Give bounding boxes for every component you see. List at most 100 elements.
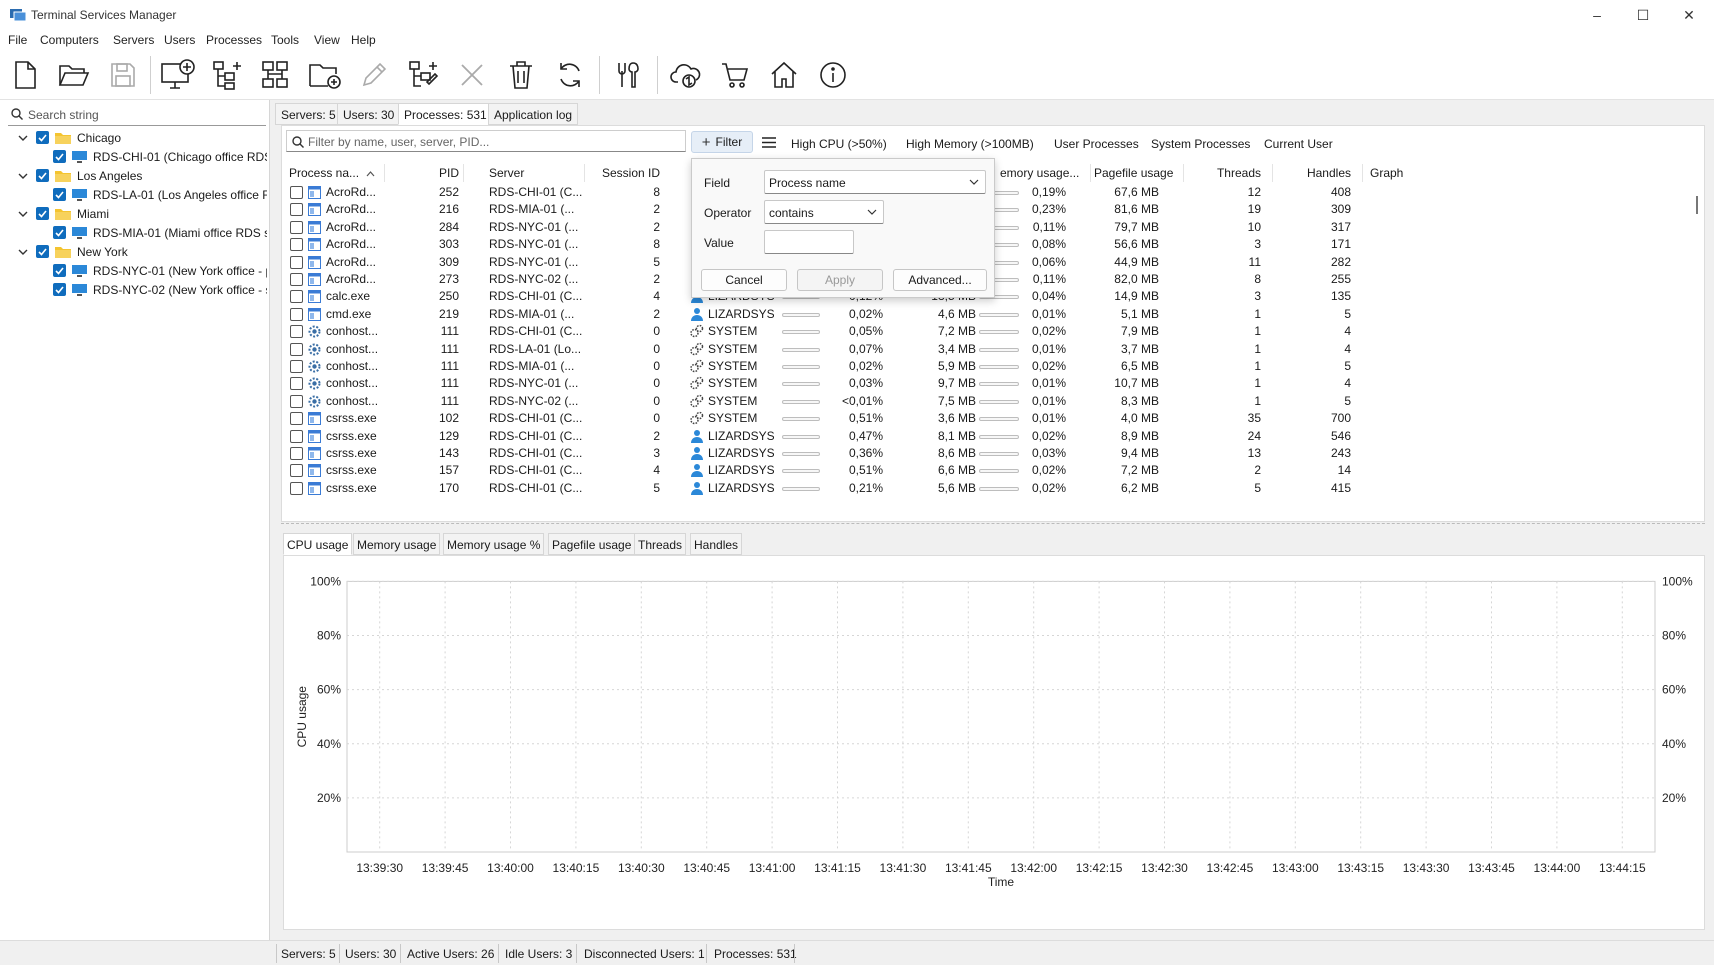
chevron-down-icon[interactable]	[18, 171, 28, 181]
row-checkbox[interactable]	[290, 464, 303, 478]
cancel-button[interactable]: Cancel	[701, 269, 787, 291]
open-folder-icon[interactable]	[54, 55, 94, 95]
table-row[interactable]: csrss.exe 102 RDS-CHI-01 (C... 0 SYSTEM 0,51%…	[282, 409, 1688, 428]
add-folder-icon[interactable]	[305, 55, 345, 95]
add-multiple-icon[interactable]	[256, 55, 296, 95]
table-row[interactable]: conhost... 111 RDS-CHI-01 (C... 0 SYSTEM 0,05…	[282, 322, 1688, 341]
group-checkbox[interactable]	[36, 169, 49, 182]
tab-pagefile-usage[interactable]: Pagefile usage	[548, 533, 636, 555]
tools-icon[interactable]	[608, 55, 648, 95]
quick-filter-current-user[interactable]: Current User	[1264, 137, 1333, 151]
quick-filter-high-memory[interactable]: High Memory (>100MB)	[906, 137, 1034, 151]
chevron-down-icon[interactable]	[18, 247, 28, 257]
menu-computers[interactable]: Computers	[40, 33, 99, 47]
server-checkbox[interactable]	[53, 283, 66, 296]
menu-help[interactable]: Help	[351, 33, 376, 47]
col-process-name[interactable]: Process na...	[289, 166, 359, 180]
row-checkbox[interactable]	[290, 342, 303, 356]
chevron-down-icon[interactable]	[18, 209, 28, 219]
row-checkbox[interactable]	[290, 307, 303, 321]
table-row[interactable]: conhost... 111 RDS-NYC-01 (... 0 SYSTEM 0,03%…	[282, 374, 1688, 393]
row-checkbox[interactable]	[290, 186, 303, 199]
server-checkbox[interactable]	[53, 226, 66, 239]
group-checkbox[interactable]	[36, 245, 49, 258]
tab-memory-usage-percent[interactable]: Memory usage %	[443, 533, 545, 555]
home-icon[interactable]	[764, 55, 804, 95]
apply-button[interactable]: Apply	[797, 269, 883, 291]
tree-server[interactable]: RDS-MIA-01 (Miami office RDS se	[53, 223, 267, 242]
tab-threads[interactable]: Threads	[634, 533, 687, 555]
cart-icon[interactable]	[715, 55, 755, 95]
table-row[interactable]: conhost... 111 RDS-LA-01 (Lo... 0 SYSTEM 0,07…	[282, 340, 1688, 359]
tree-group[interactable]: Chicago	[18, 128, 121, 147]
refresh-icon[interactable]	[550, 55, 590, 95]
minimize-button[interactable]: –	[1574, 0, 1620, 30]
save-icon[interactable]	[103, 55, 143, 95]
table-row[interactable]: csrss.exe 170 RDS-CHI-01 (C... 5 LIZARDSYS..…	[282, 479, 1688, 498]
tab-servers[interactable]: Servers: 5	[275, 103, 342, 125]
menu-users[interactable]: Users	[164, 33, 195, 47]
row-checkbox[interactable]	[290, 238, 303, 252]
row-checkbox[interactable]	[290, 290, 303, 304]
menu-view[interactable]: View	[314, 33, 340, 47]
row-checkbox[interactable]	[290, 203, 303, 217]
col-server[interactable]: Server	[489, 166, 524, 180]
menu-file[interactable]: File	[8, 33, 27, 47]
tab-application-log[interactable]: Application log	[488, 103, 579, 125]
edit-icon[interactable]	[354, 55, 394, 95]
close-button[interactable]: ✕	[1666, 0, 1712, 30]
table-row[interactable]: cmd.exe 219 RDS-MIA-01 (... 2 LIZARDSYS... 0,…	[282, 305, 1688, 324]
server-checkbox[interactable]	[53, 188, 66, 201]
quick-filter-user-processes[interactable]: User Processes	[1054, 137, 1139, 151]
table-row[interactable]: csrss.exe 157 RDS-CHI-01 (C... 4 LIZARDSYS..…	[282, 461, 1688, 480]
tree-server[interactable]: RDS-LA-01 (Los Angeles office RD	[53, 185, 267, 204]
quick-filter-high-cpu[interactable]: High CPU (>50%)	[791, 137, 887, 151]
add-computer-icon[interactable]	[158, 55, 198, 95]
row-checkbox[interactable]	[290, 447, 303, 460]
tab-handles[interactable]: Handles	[690, 533, 743, 555]
tab-users[interactable]: Users: 30	[337, 103, 401, 125]
table-row[interactable]: conhost... 111 RDS-NYC-02 (... 0 SYSTEM <0,01…	[282, 392, 1688, 411]
server-checkbox[interactable]	[53, 150, 66, 163]
col-pagefile-usage[interactable]: Pagefile usage	[1094, 166, 1173, 180]
row-checkbox[interactable]	[290, 255, 303, 269]
col-memory-usage-percent[interactable]: emory usage...	[1000, 166, 1079, 180]
tree-group[interactable]: Los Angeles	[18, 166, 142, 185]
filter-input[interactable]: Filter by name, user, server, PID...	[286, 130, 686, 152]
delete-x-icon[interactable]	[452, 55, 492, 95]
operator-select[interactable]: contains	[764, 200, 884, 224]
tree-server[interactable]: RDS-CHI-01 (Chicago office RDS s	[53, 147, 267, 166]
panel-splitter[interactable]	[281, 523, 1705, 528]
tab-memory-usage[interactable]: Memory usage	[353, 533, 441, 555]
table-row[interactable]: csrss.exe 129 RDS-CHI-01 (C... 2 LIZARDSYS..…	[282, 427, 1688, 446]
trash-icon[interactable]	[501, 55, 541, 95]
tab-cpu-usage[interactable]: CPU usage	[283, 533, 353, 555]
vertical-scrollbar[interactable]	[1690, 162, 1704, 520]
col-pid[interactable]: PID	[412, 166, 459, 180]
col-session-id[interactable]: Session ID	[587, 166, 660, 180]
menu-servers[interactable]: Servers	[113, 33, 154, 47]
server-checkbox[interactable]	[53, 264, 66, 277]
info-icon[interactable]	[813, 55, 853, 95]
quick-filter-system-processes[interactable]: System Processes	[1151, 137, 1250, 151]
row-checkbox[interactable]	[290, 394, 303, 408]
row-checkbox[interactable]	[290, 481, 303, 495]
hamburger-menu-icon[interactable]	[762, 137, 776, 148]
group-checkbox[interactable]	[36, 131, 49, 144]
table-row[interactable]: csrss.exe 143 RDS-CHI-01 (C... 3 LIZARDSYS..…	[282, 444, 1688, 463]
row-checkbox[interactable]	[290, 429, 303, 443]
tree-server[interactable]: RDS-NYC-02 (New York office - se	[53, 280, 267, 299]
tree-search-input[interactable]: Search string	[8, 104, 266, 126]
tab-processes[interactable]: Processes: 531	[398, 103, 493, 125]
menu-processes[interactable]: Processes	[206, 33, 262, 47]
tree-group[interactable]: Miami	[18, 204, 109, 223]
maximize-button[interactable]: ☐	[1620, 0, 1666, 30]
col-handles[interactable]: Handles	[1276, 166, 1351, 180]
row-checkbox[interactable]	[290, 360, 303, 373]
col-graph[interactable]: Graph	[1370, 166, 1403, 180]
tree-server[interactable]: RDS-NYC-01 (New York office - pi	[53, 261, 267, 280]
row-checkbox[interactable]	[290, 412, 303, 426]
filter-button[interactable]: + Filter	[691, 131, 753, 153]
add-group-icon[interactable]	[207, 55, 247, 95]
row-checkbox[interactable]	[290, 325, 303, 339]
